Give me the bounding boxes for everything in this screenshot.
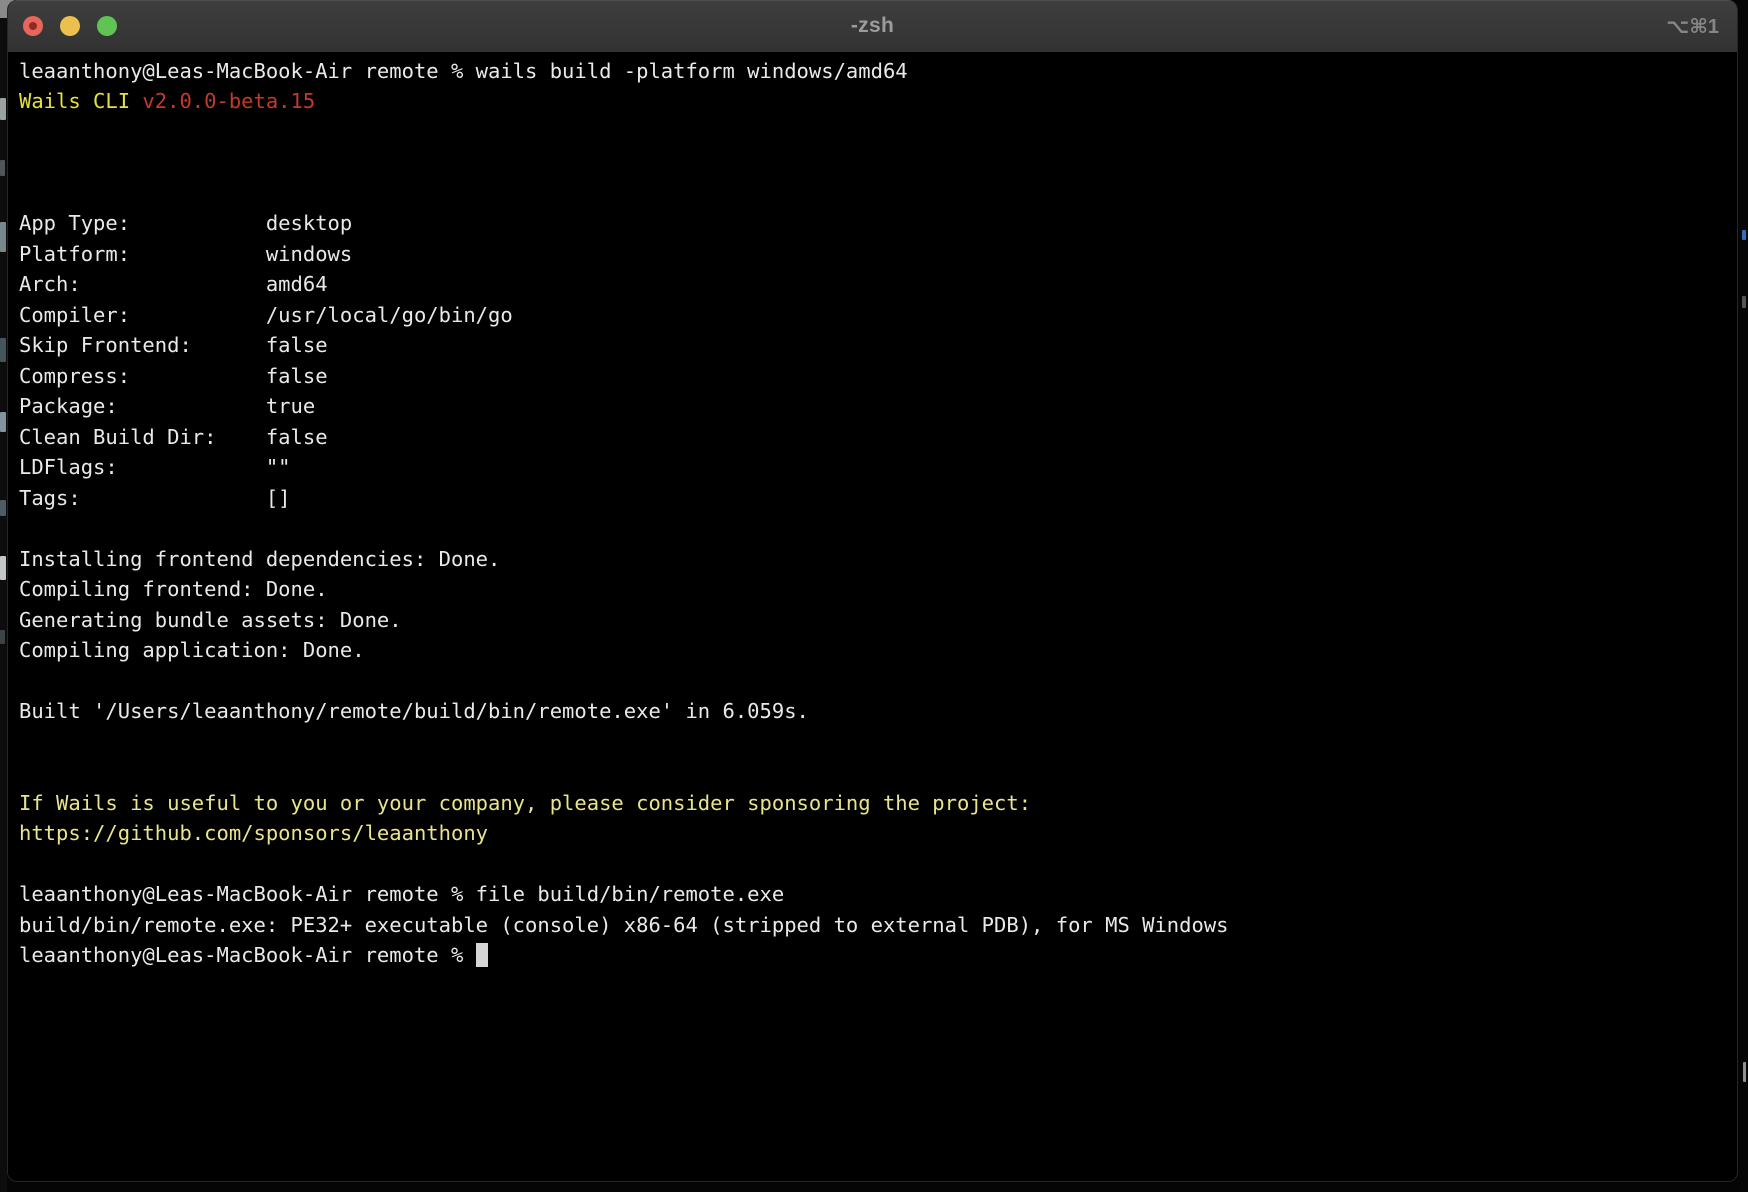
traffic-lights	[23, 0, 117, 52]
background-window-mark	[0, 412, 6, 432]
terminal-text-segment: Arch: amd64	[19, 272, 328, 296]
terminal-text-segment: Tags: []	[19, 486, 291, 510]
background-window-mark	[0, 556, 6, 580]
terminal-line	[19, 666, 1733, 696]
terminal-text-segment: Compiling application: Done.	[19, 638, 365, 662]
terminal-line: Platform: windows	[19, 239, 1733, 269]
zoom-button[interactable]	[97, 16, 117, 36]
terminal-line: build/bin/remote.exe: PE32+ executable (…	[19, 910, 1733, 940]
terminal-line: Compiling application: Done.	[19, 635, 1733, 665]
terminal-line: leaanthony@Leas-MacBook-Air remote % wai…	[19, 56, 1733, 86]
background-window-mark	[0, 338, 6, 362]
terminal-line	[19, 117, 1733, 147]
background-window-mark	[0, 630, 5, 644]
terminal-line: leaanthony@Leas-MacBook-Air remote %	[19, 940, 1733, 970]
terminal-text-segment: Package: true	[19, 394, 315, 418]
terminal-text-segment: If Wails is useful to you or your compan…	[19, 791, 1031, 815]
terminal-text-segment: build/bin/remote.exe: PE32+ executable (…	[19, 913, 1229, 937]
background-window-mark	[0, 500, 6, 516]
unsaved-indicator-dot	[29, 22, 37, 30]
window-title: -zsh	[8, 14, 1737, 38]
terminal-line: App Type: desktop	[19, 208, 1733, 238]
terminal-line	[19, 513, 1733, 543]
terminal-text-segment: leaanthony@Leas-MacBook-Air remote % wai…	[19, 59, 908, 83]
terminal-line: Generating bundle assets: Done.	[19, 605, 1733, 635]
background-window-mark	[1743, 1062, 1746, 1082]
terminal-line: Skip Frontend: false	[19, 330, 1733, 360]
terminal-line: leaanthony@Leas-MacBook-Air remote % fil…	[19, 879, 1733, 909]
terminal-line	[19, 178, 1733, 208]
terminal-text-segment: Built '/Users/leaanthony/remote/build/bi…	[19, 699, 809, 723]
terminal-line: Tags: []	[19, 483, 1733, 513]
terminal-line: LDFlags: ""	[19, 452, 1733, 482]
terminal-text-segment: Skip Frontend: false	[19, 333, 328, 357]
terminal-cursor	[476, 943, 488, 967]
terminal-line: https://github.com/sponsors/leaanthony	[19, 818, 1733, 848]
close-button[interactable]	[23, 16, 43, 36]
terminal-line	[19, 727, 1733, 757]
desktop: -zsh ⌥⌘1 leaanthony@Leas-MacBook-Air rem…	[0, 0, 1748, 1192]
terminal-window: -zsh ⌥⌘1 leaanthony@Leas-MacBook-Air rem…	[7, 0, 1738, 1182]
terminal-text-segment: Compiling frontend: Done.	[19, 577, 328, 601]
keyboard-shortcut-badge: ⌥⌘1	[1666, 0, 1719, 52]
terminal-line: Installing frontend dependencies: Done.	[19, 544, 1733, 574]
terminal-text-segment: Clean Build Dir: false	[19, 425, 328, 449]
titlebar[interactable]: -zsh ⌥⌘1	[8, 0, 1737, 53]
terminal-line: Compress: false	[19, 361, 1733, 391]
terminal-text-segment: Compiler: /usr/local/go/bin/go	[19, 303, 513, 327]
terminal-line: Arch: amd64	[19, 269, 1733, 299]
background-window-left-sliver	[0, 0, 7, 1192]
terminal-text-segment: Installing frontend dependencies: Done.	[19, 547, 500, 571]
terminal-line: Compiler: /usr/local/go/bin/go	[19, 300, 1733, 330]
terminal-output[interactable]: leaanthony@Leas-MacBook-Air remote % wai…	[8, 52, 1737, 1181]
terminal-text-segment: v2.0.0-beta.15	[142, 89, 315, 113]
background-window-mark	[0, 98, 6, 120]
background-window-mark	[0, 160, 5, 176]
terminal-text-segment: Generating bundle assets: Done.	[19, 608, 402, 632]
terminal-line: Clean Build Dir: false	[19, 422, 1733, 452]
terminal-text-segment: LDFlags: ""	[19, 455, 291, 479]
terminal-text-segment: App Type: desktop	[19, 211, 352, 235]
background-window-mark	[1742, 296, 1746, 308]
minimize-button[interactable]	[60, 16, 80, 36]
terminal-line: Package: true	[19, 391, 1733, 421]
terminal-line	[19, 849, 1733, 879]
background-window-right-sliver	[1738, 0, 1748, 1192]
background-window-mark	[1742, 230, 1746, 240]
terminal-text-segment: leaanthony@Leas-MacBook-Air remote % fil…	[19, 882, 784, 906]
terminal-text-segment: Platform: windows	[19, 242, 352, 266]
terminal-text-segment: https://github.com/sponsors/leaanthony	[19, 821, 488, 845]
terminal-line: Built '/Users/leaanthony/remote/build/bi…	[19, 696, 1733, 726]
terminal-text-segment: leaanthony@Leas-MacBook-Air remote %	[19, 943, 476, 967]
background-window-mark	[0, 222, 6, 252]
terminal-line: If Wails is useful to you or your compan…	[19, 788, 1733, 818]
terminal-text-segment: Wails CLI	[19, 89, 142, 113]
terminal-line: Wails CLI v2.0.0-beta.15	[19, 86, 1733, 116]
terminal-line	[19, 757, 1733, 787]
terminal-text-segment: Compress: false	[19, 364, 328, 388]
terminal-line	[19, 147, 1733, 177]
terminal-line: Compiling frontend: Done.	[19, 574, 1733, 604]
